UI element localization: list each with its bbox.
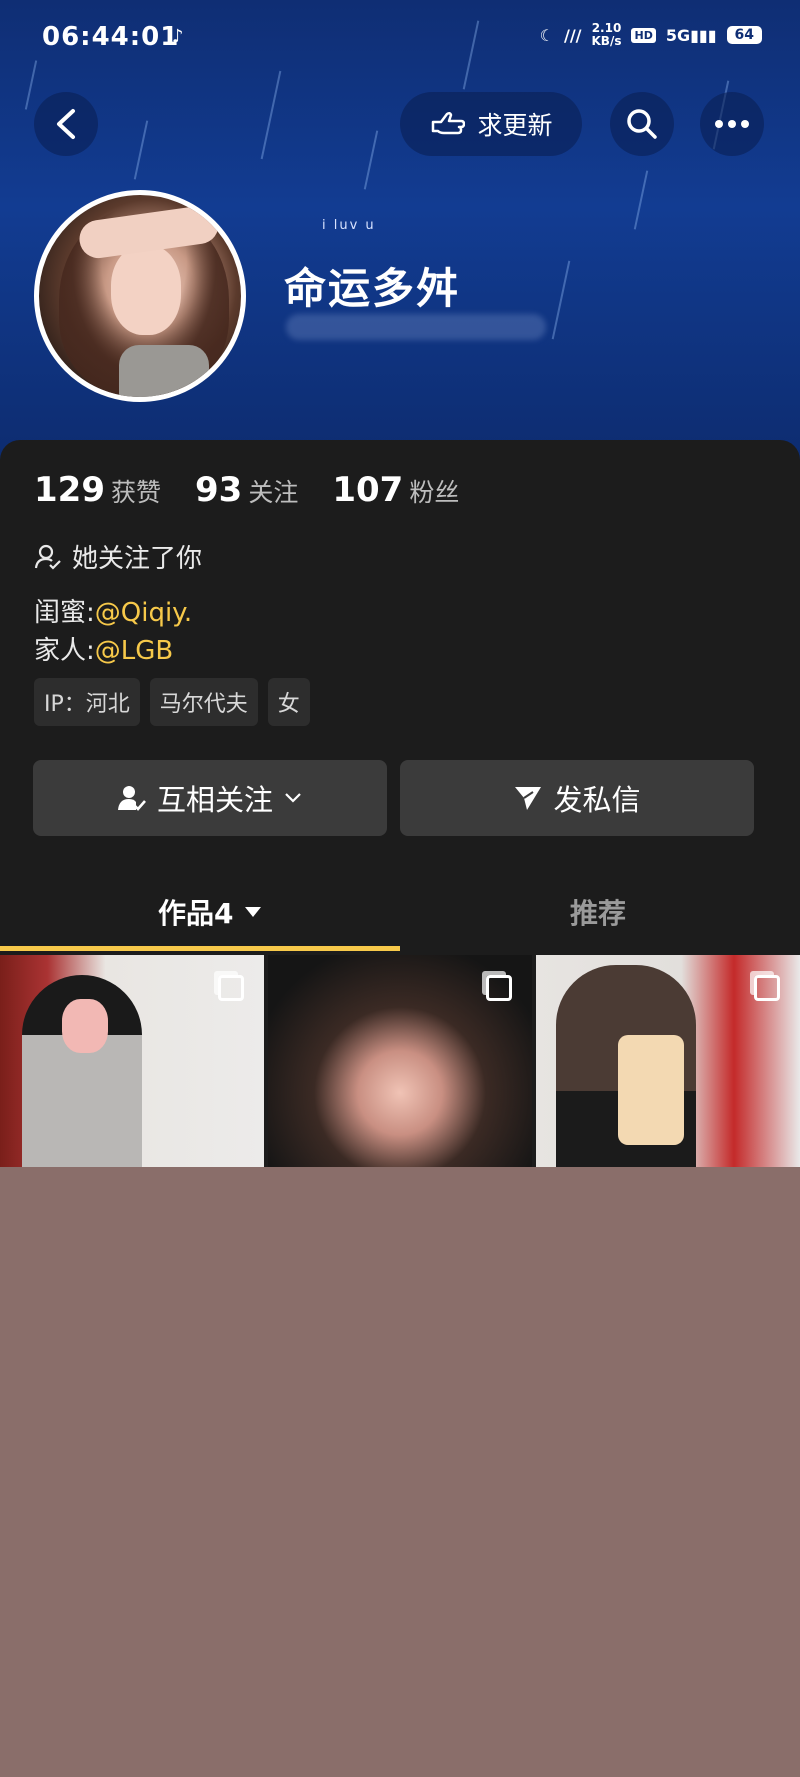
tag-location: 马尔代夫: [149, 678, 258, 726]
status-right-icons: ☾ /// 2.10 KB/s HD 5G▮▮▮ 64: [540, 22, 762, 48]
network-speed: 2.10 KB/s: [591, 21, 622, 48]
send-icon: [515, 787, 542, 810]
more-dots-icon: [715, 120, 749, 128]
chevron-left-icon: [57, 109, 75, 139]
carrier-icon: ///: [563, 25, 582, 45]
tag-ip-location: IP：河北: [34, 678, 140, 726]
username: 命运多舛: [284, 264, 461, 313]
profile-tagline: i luv u: [322, 218, 376, 233]
bestie-handle-link[interactable]: @Qiqiy.: [95, 598, 192, 628]
stat-likes[interactable]: 129 获赞: [34, 470, 161, 510]
bio-line-bestie: 闺蜜:@Qiqiy.: [34, 598, 193, 628]
search-button[interactable]: [610, 92, 674, 156]
more-button[interactable]: [700, 92, 764, 156]
video-thumbnail[interactable]: [268, 955, 532, 1167]
signal-icon: 5G▮▮▮: [665, 25, 717, 45]
tab-recommend[interactable]: 推荐: [570, 892, 626, 932]
pointing-hand-icon: [432, 111, 466, 135]
stat-following[interactable]: 93 关注: [195, 470, 298, 510]
moon-icon: ☾: [539, 25, 554, 45]
status-bar: 06:44:01 ♪ ☾ /// 2.10 KB/s HD 5G▮▮▮ 64: [0, 0, 800, 76]
content-tabs: 作品4 推荐: [0, 872, 800, 952]
request-update-label: 求更新: [477, 111, 553, 140]
profile-screen: 06:44:01 ♪ ☾ /// 2.10 KB/s HD 5G▮▮▮ 64 求更…: [0, 0, 800, 1777]
send-message-button[interactable]: 发私信: [400, 760, 754, 836]
music-note-icon: ♪: [172, 26, 184, 47]
user-check-icon: [34, 544, 61, 570]
bio-line-family: 家人:@LGB: [34, 636, 174, 666]
battery-indicator: 64: [726, 26, 762, 44]
follows-you-note: 她关注了你: [34, 538, 202, 575]
active-tab-indicator: [0, 946, 400, 951]
send-message-label: 发私信: [553, 783, 641, 817]
tab-works[interactable]: 作品4: [158, 892, 262, 932]
search-icon: [627, 109, 657, 139]
request-update-button[interactable]: 求更新: [400, 92, 582, 156]
mutual-follow-label: 互相关注: [156, 783, 273, 817]
caret-down-icon: [244, 907, 261, 917]
blurred-user-id: [286, 314, 546, 340]
mutual-follow-button[interactable]: 互相关注: [33, 760, 387, 836]
avatar[interactable]: [34, 190, 246, 402]
profile-tags: IP：河北 马尔代夫 女: [34, 678, 310, 726]
works-count: 4: [214, 897, 234, 930]
multi-image-icon: [754, 975, 780, 1001]
family-handle-link[interactable]: @LGB: [95, 636, 173, 666]
tag-gender: 女: [267, 678, 310, 726]
video-thumbnail[interactable]: [536, 955, 800, 1167]
multi-image-icon: [486, 975, 512, 1001]
profile-stats: 129 获赞 93 关注 107 粉丝: [34, 470, 459, 510]
video-thumbnail[interactable]: [0, 955, 264, 1167]
hd-badge: HD: [631, 27, 656, 43]
multi-image-icon: [218, 975, 244, 1001]
chevron-down-icon: [285, 793, 301, 803]
follows-you-text: 她关注了你: [72, 544, 203, 574]
stat-followers[interactable]: 107 粉丝: [332, 470, 459, 510]
status-time: 06:44:01: [42, 22, 180, 52]
user-check-filled-icon: [117, 786, 146, 811]
back-button[interactable]: [34, 92, 98, 156]
redacted-area: [0, 1167, 800, 1777]
